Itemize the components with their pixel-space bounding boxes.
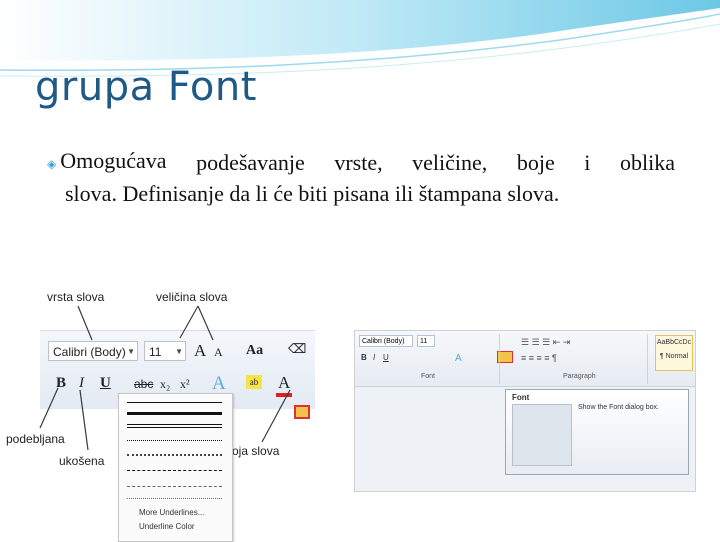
underline-option-single[interactable]: [127, 402, 222, 403]
font-size-value: 11: [149, 345, 162, 359]
style-name: ¶ Normal: [659, 353, 689, 360]
bullet-word: i: [584, 149, 591, 175]
align-icons[interactable]: ≡ ≡ ≡ ≡ ¶: [521, 353, 557, 363]
font-size-box[interactable]: 11 ▼: [144, 341, 186, 361]
bullet-word: veličine,: [412, 149, 488, 175]
tooltip-text: Show the Font dialog box.: [578, 404, 659, 411]
tooltip-title: Font: [512, 393, 530, 402]
font-name-box-small[interactable]: Calibri (Body): [359, 335, 413, 347]
tooltip-preview: [512, 404, 572, 466]
font-name-value: Calibri (Body): [53, 345, 126, 359]
style-sample: AaBbCcDc: [656, 339, 692, 346]
underline-button-small[interactable]: U: [383, 353, 389, 362]
text-effects-small[interactable]: A: [455, 353, 462, 364]
group-separator: [647, 334, 648, 384]
chevron-down-icon: ▼: [127, 347, 135, 356]
group-label-paragraph: Paragraph: [563, 373, 596, 380]
bullet-line-2: slova. Definisanje da li će biti pisana …: [65, 181, 560, 206]
label-podebljana: podebljana: [6, 432, 65, 446]
group-separator: [499, 334, 500, 384]
bullet-text: ◈ Omogućava podešavanje vrste, veličine, …: [45, 146, 685, 209]
grow-font-button[interactable]: A: [194, 341, 206, 361]
bullet-word: podešavanje: [196, 149, 305, 175]
text-effects-button[interactable]: A: [212, 373, 226, 395]
bullet-word: vrste,: [334, 149, 383, 175]
style-normal-button[interactable]: AaBbCcDc ¶ Normal: [655, 335, 693, 371]
font-color-button[interactable]: A: [278, 373, 290, 393]
clear-formatting-icon[interactable]: ⌫: [288, 341, 306, 359]
font-name-box[interactable]: Calibri (Body) ▼: [48, 341, 138, 361]
underline-option-dashed[interactable]: [127, 470, 222, 471]
underline-style-menu: More Underlines... Underline Color: [118, 393, 233, 542]
shrink-font-button[interactable]: A: [214, 345, 223, 360]
superscript-button[interactable]: x²: [180, 377, 190, 392]
underline-color-item[interactable]: Underline Color: [139, 522, 195, 531]
label-velicina-slova: veličina slova: [156, 290, 228, 304]
underline-option-thick[interactable]: [127, 412, 222, 415]
subscript-button[interactable]: x₂: [160, 377, 170, 392]
italic-button[interactable]: I: [79, 375, 84, 392]
list-icons[interactable]: ☰ ☰ ☰ ⇤ ⇥: [521, 337, 570, 348]
underline-option-wave[interactable]: [127, 498, 222, 499]
more-underlines-item[interactable]: More Underlines...: [139, 508, 204, 517]
change-case-button[interactable]: Aa: [246, 343, 263, 359]
underline-option-dotted-heavy[interactable]: [127, 454, 222, 456]
underline-option-dotted[interactable]: [127, 440, 222, 441]
chevron-down-icon: ▼: [175, 347, 183, 356]
label-boja-slova: oja slova: [232, 444, 280, 458]
highlight-color-icon[interactable]: ab: [246, 375, 262, 389]
bullet-word: Omogućava: [60, 148, 167, 173]
ribbon-right-bar: Calibri (Body) 11 B I U A ☰ ☰ ☰ ⇤ ⇥ ≡ ≡ …: [355, 331, 695, 387]
bold-button-small[interactable]: B: [361, 353, 367, 362]
bullet-word: boje: [516, 149, 555, 175]
label-vrsta-slova: vrsta slova: [47, 290, 105, 304]
bullet-word: oblika: [619, 149, 675, 175]
bold-button[interactable]: B: [56, 375, 66, 392]
bullet-icon: ◈: [47, 157, 57, 171]
strikethrough-button[interactable]: abc: [134, 377, 153, 391]
font-color-bar: [276, 393, 292, 397]
font-size-box-small[interactable]: 11: [417, 335, 435, 347]
font-dialog-tooltip: Font Show the Font dialog box.: [505, 389, 689, 475]
font-dialog-launcher-icon[interactable]: [294, 405, 310, 419]
underline-button[interactable]: U: [100, 375, 111, 392]
underline-option-dot-dash[interactable]: [127, 486, 222, 487]
slide-title: grupa Font: [35, 64, 257, 110]
label-ukosena: ukošena: [59, 454, 105, 468]
underline-option-double[interactable]: [127, 424, 222, 428]
italic-button-small[interactable]: I: [373, 353, 375, 362]
bullet-line-1: ◈ Omogućava podešavanje vrste, veličine, …: [45, 146, 675, 179]
font-dialog-screenshot: Calibri (Body) 11 B I U A ☰ ☰ ☰ ⇤ ⇥ ≡ ≡ …: [354, 330, 696, 492]
group-label-font: Font: [421, 373, 436, 380]
